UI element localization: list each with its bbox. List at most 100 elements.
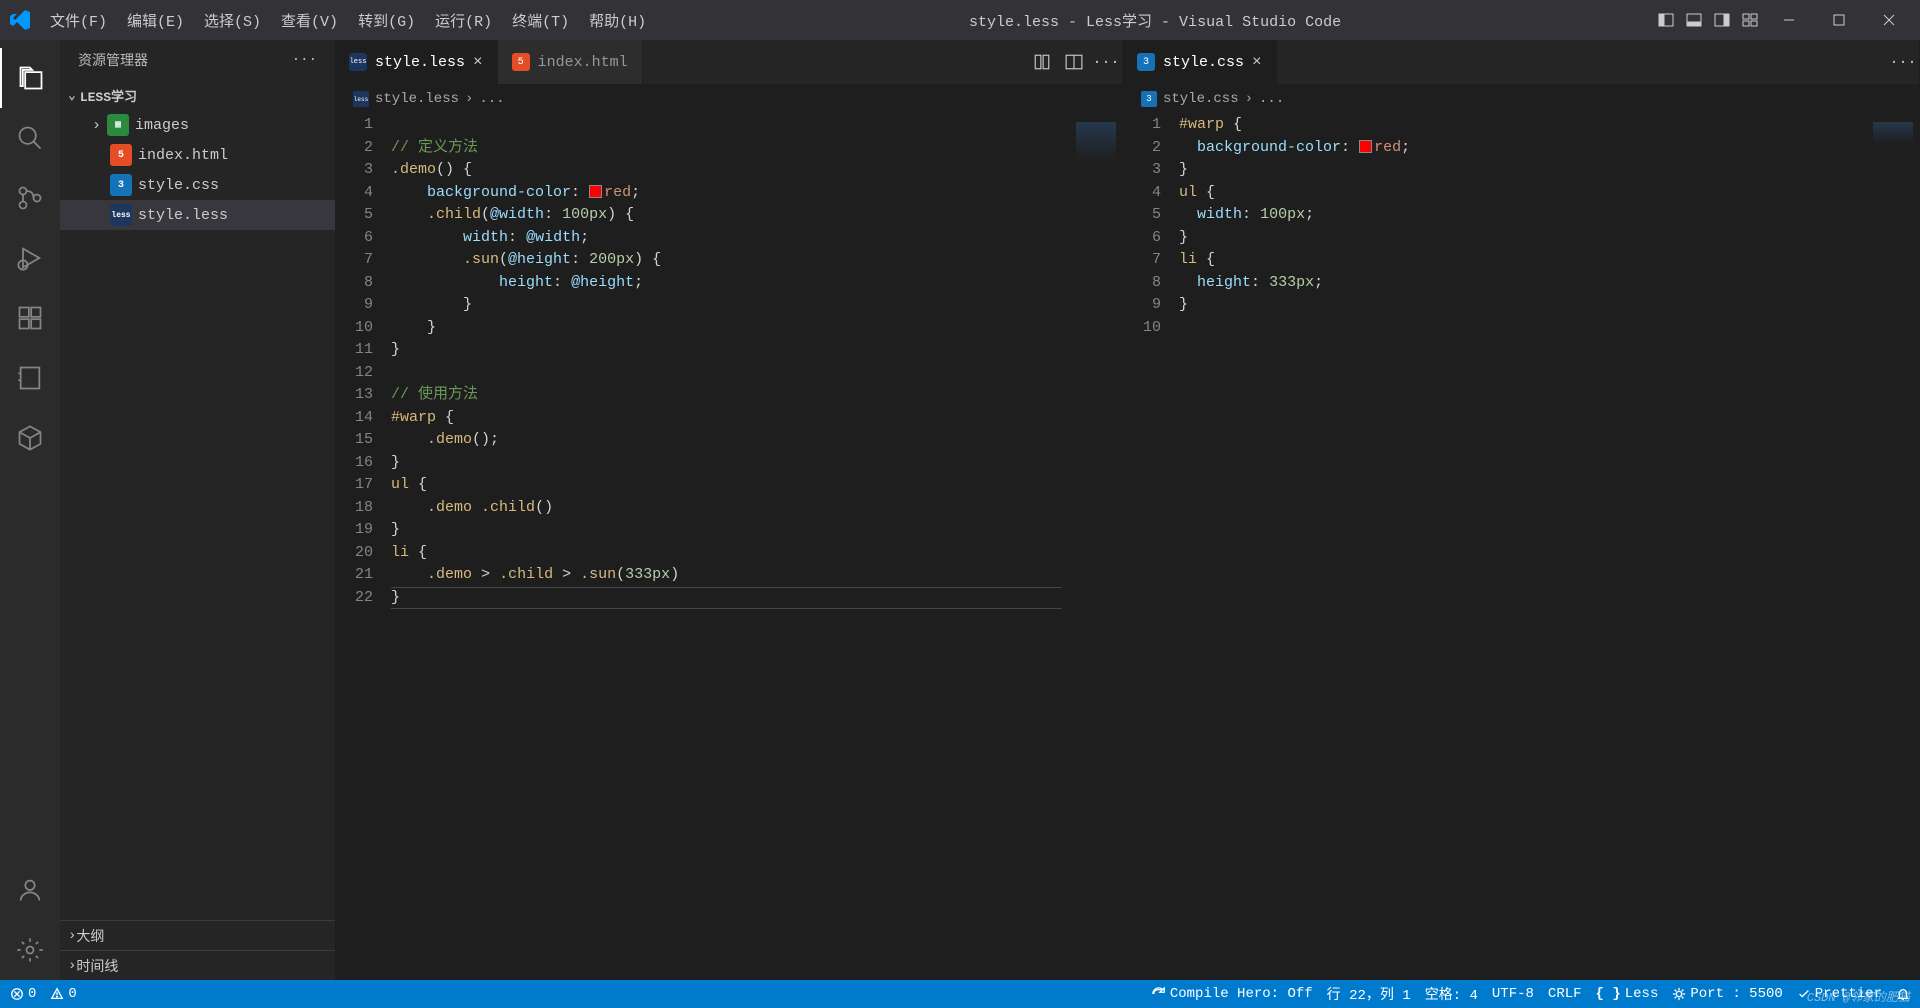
tab-label: style.css [1163,54,1244,71]
css-icon: 3 [1137,53,1155,71]
line-gutter: 12345678910111213141516171819202122 [335,114,391,980]
menu-edit[interactable]: 编辑(E) [117,10,194,31]
layout-icon-3[interactable] [1710,8,1734,32]
debug-icon[interactable] [0,228,60,288]
search-icon[interactable] [0,108,60,168]
watermark: CSDN @邻家的肥猫 [1807,988,1910,1005]
scm-icon[interactable] [0,168,60,228]
tree-label: style.css [138,177,219,194]
menu-file[interactable]: 文件(F) [40,10,117,31]
editor-group-right: 3 style.css × ··· 3 style.css › ... 1234… [1123,40,1920,980]
breadcrumb-item[interactable]: style.css [1163,91,1239,107]
code-content[interactable]: #warp { background-color: red; } ul { wi… [1179,114,1859,980]
minimap[interactable] [1859,114,1919,980]
menu-terminal[interactable]: 终端(T) [502,10,579,31]
tab-style-less[interactable]: less style.less × [335,40,498,84]
package-icon[interactable] [0,408,60,468]
explorer-icon[interactable] [0,48,60,108]
menu-help[interactable]: 帮助(H) [579,10,656,31]
folder-icon: ▦ [107,114,129,136]
editor-area: less style.less × 5 index.html ··· less … [335,40,1920,980]
notebook-icon[interactable] [0,348,60,408]
window-controls [1654,4,1912,36]
html-icon: 5 [512,53,530,71]
less-icon: less [349,53,367,71]
menu-goto[interactable]: 转到(G) [348,10,425,31]
compare-icon[interactable] [1026,46,1058,78]
status-spaces[interactable]: 空格: 4 [1425,984,1478,1004]
minimap[interactable] [1062,114,1122,980]
chevron-right-icon: › [1245,91,1253,107]
status-language[interactable]: { } Less [1596,986,1659,1002]
account-icon[interactable] [0,860,60,920]
layout-icon-2[interactable] [1682,8,1706,32]
tab-index-html[interactable]: 5 index.html [498,40,643,84]
editor-group-left: less style.less × 5 index.html ··· less … [335,40,1123,980]
code-content[interactable]: // 定义方法 .demo() { background-color: red;… [391,114,1062,980]
code-editor-left[interactable]: 12345678910111213141516171819202122 // 定… [335,114,1122,980]
tab-label: index.html [538,54,628,71]
tree-file-index-html[interactable]: 5 index.html [60,140,335,170]
status-eol[interactable]: CRLF [1548,986,1582,1002]
breadcrumb-item[interactable]: ... [1259,91,1284,107]
sidebar-title: 资源管理器 ··· [60,40,335,80]
status-cursor-position[interactable]: 行 22，列 1 [1327,984,1411,1004]
sidebar-more-icon[interactable]: ··· [292,52,317,68]
close-icon[interactable]: × [1252,53,1262,71]
breadcrumbs[interactable]: 3 style.css › ... [1123,84,1919,114]
layout-grid-icon[interactable] [1738,8,1762,32]
vscode-logo-icon [8,8,32,32]
breadcrumbs[interactable]: less style.less › ... [335,84,1122,114]
menu-run[interactable]: 运行(R) [425,10,502,31]
outline-panel[interactable]: › 大纲 [60,920,335,950]
status-port[interactable]: Port : 5500 [1672,986,1782,1002]
less-icon: less [353,91,369,107]
maximize-button[interactable] [1816,4,1862,36]
line-gutter: 12345678910 [1123,114,1179,980]
status-errors[interactable]: 0 [10,986,36,1002]
tab-style-css[interactable]: 3 style.css × [1123,40,1277,84]
tree-file-style-less[interactable]: less style.less [60,200,335,230]
menu-select[interactable]: 选择(S) [194,10,271,31]
more-icon[interactable]: ··· [1887,46,1919,78]
chevron-right-icon: › [465,91,473,107]
tree-file-style-css[interactable]: 3 style.css [60,170,335,200]
status-encoding[interactable]: UTF-8 [1492,986,1534,1002]
breadcrumb-item[interactable]: style.less [375,91,459,107]
layout-icon-1[interactable] [1654,8,1678,32]
statusbar: 0 0 Compile Hero: Off 行 22，列 1 空格: 4 UTF… [0,980,1920,1008]
less-icon: less [110,204,132,226]
chevron-right-icon: › [68,928,76,944]
status-compile-hero[interactable]: Compile Hero: Off [1152,986,1313,1002]
tab-bar: less style.less × 5 index.html ··· [335,40,1122,84]
timeline-panel[interactable]: › 时间线 [60,950,335,980]
close-icon[interactable]: × [473,53,483,71]
minimize-button[interactable] [1766,4,1812,36]
project-section[interactable]: ⌄ LESS学习 [60,80,335,110]
code-editor-right[interactable]: 12345678910 #warp { background-color: re… [1123,114,1919,980]
tree-folder-images[interactable]: › ▦ images [60,110,335,140]
project-name: LESS学习 [80,86,137,105]
breadcrumb-item[interactable]: ... [479,91,504,107]
tree-label: style.less [138,207,228,224]
tree-label: images [135,117,189,134]
more-icon[interactable]: ··· [1090,46,1122,78]
window-title: style.less - Less学习 - Visual Studio Code [656,10,1654,31]
chevron-down-icon: ⌄ [68,88,76,103]
main-area: 资源管理器 ··· ⌄ LESS学习 › ▦ images 5 index.ht… [0,40,1920,980]
sidebar: 资源管理器 ··· ⌄ LESS学习 › ▦ images 5 index.ht… [60,40,335,980]
close-button[interactable] [1866,4,1912,36]
status-warnings[interactable]: 0 [50,986,76,1002]
tab-bar: 3 style.css × ··· [1123,40,1919,84]
css-icon: 3 [1141,91,1157,107]
menu-view[interactable]: 查看(V) [271,10,348,31]
extensions-icon[interactable] [0,288,60,348]
titlebar: 文件(F) 编辑(E) 选择(S) 查看(V) 转到(G) 运行(R) 终端(T… [0,0,1920,40]
tree-label: index.html [138,147,228,164]
css-icon: 3 [110,174,132,196]
split-icon[interactable] [1058,46,1090,78]
chevron-right-icon: › [92,117,101,134]
settings-icon[interactable] [0,920,60,980]
html-icon: 5 [110,144,132,166]
sidebar-title-label: 资源管理器 [78,50,148,70]
